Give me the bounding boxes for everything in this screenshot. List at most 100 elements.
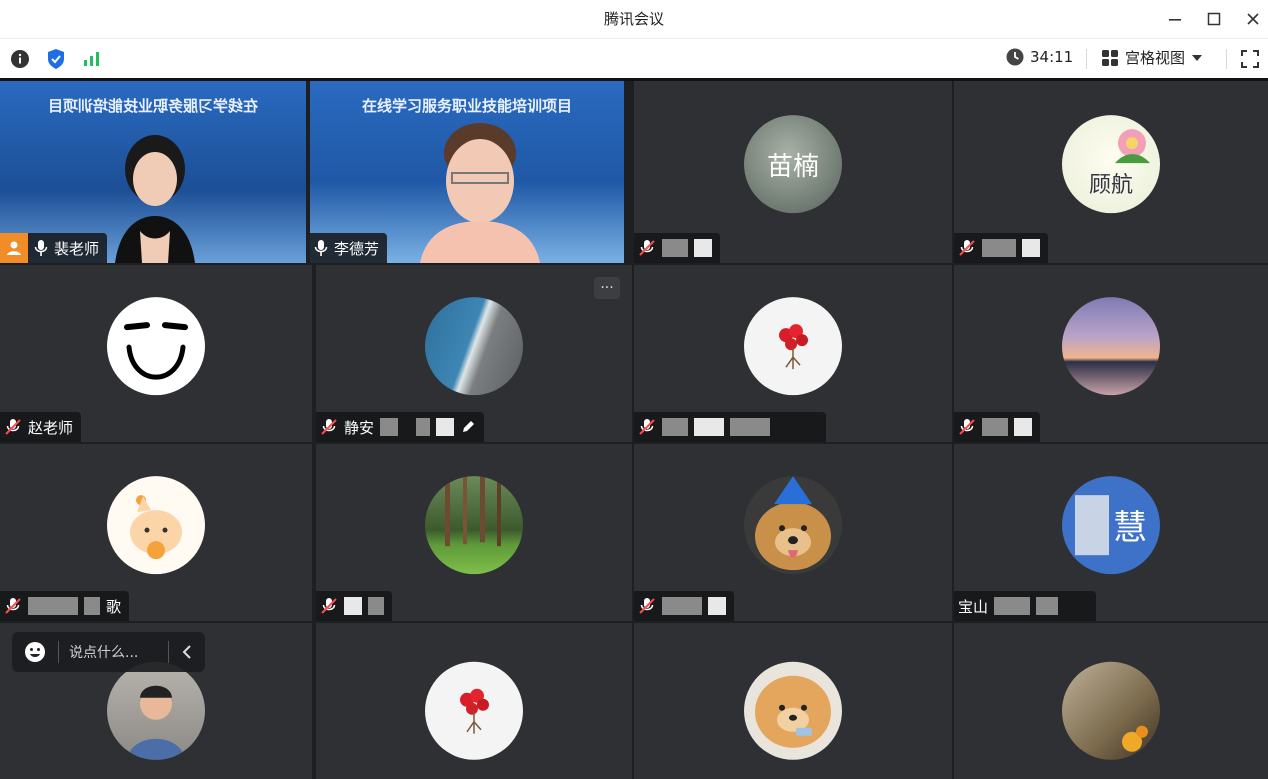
- participant-avatar: [425, 296, 523, 395]
- collapse-chat-button[interactable]: [169, 645, 205, 659]
- participant-avatar: [744, 475, 842, 574]
- chat-input-placeholder[interactable]: 说点什么...: [59, 642, 168, 662]
- microphone-muted-icon: [5, 598, 21, 614]
- child-photo-icon: [127, 685, 185, 760]
- flower-photo-icon: [1122, 725, 1148, 752]
- host-badge-icon: [0, 233, 28, 263]
- maximize-button[interactable]: [1199, 6, 1229, 32]
- blurred-name: [730, 418, 770, 436]
- participant-avatar: [107, 661, 205, 760]
- caret-down-icon: [1192, 54, 1203, 61]
- view-mode-label: 宫格视图: [1125, 49, 1186, 67]
- close-icon: [1247, 13, 1259, 25]
- microphone-muted-icon: [639, 240, 655, 256]
- video-banner: 在线学习服务职业技能培训项目: [48, 97, 259, 115]
- participant-nameplate: [634, 412, 826, 442]
- smiley-face-icon: [124, 321, 188, 380]
- emoji-button[interactable]: [12, 641, 58, 663]
- close-button[interactable]: [1238, 6, 1268, 32]
- blurred-name: [380, 418, 399, 436]
- participant-tile[interactable]: 在线学习服务职业技能培训项目 裴老师: [0, 81, 306, 263]
- title-bar: 腾讯会议: [0, 0, 1268, 38]
- security-button[interactable]: [45, 48, 67, 70]
- signal-icon: [84, 52, 99, 66]
- participant-tile[interactable]: [316, 623, 632, 779]
- fullscreen-button[interactable]: [1239, 48, 1261, 70]
- microphone-muted-icon: [959, 240, 975, 256]
- participant-tile[interactable]: 苗楠: [634, 81, 952, 263]
- microphone-muted-icon: [5, 419, 21, 435]
- shield-check-icon: [48, 49, 64, 69]
- participant-name: 赵老师: [28, 418, 74, 437]
- view-mode-dropdown[interactable]: 宫格视图: [1101, 47, 1203, 68]
- blurred-name: [416, 418, 431, 436]
- info-button[interactable]: [9, 48, 31, 70]
- blurred-name: [28, 597, 78, 615]
- participant-avatar: [744, 661, 842, 760]
- participant-tile[interactable]: [634, 623, 952, 779]
- blurred-name: [662, 239, 688, 257]
- participant-tile[interactable]: 顾航: [954, 81, 1268, 263]
- participant-tile[interactable]: [634, 444, 952, 621]
- microphone-muted-icon: [321, 419, 337, 435]
- participant-nameplate: [954, 233, 1048, 263]
- blurred-name: [436, 418, 455, 436]
- blurred-name: [84, 597, 100, 615]
- participant-tile[interactable]: 慧 宝山: [954, 444, 1268, 621]
- participant-tile[interactable]: 赵老师: [0, 265, 312, 442]
- maximize-icon: [1207, 12, 1221, 26]
- participant-tile[interactable]: [634, 265, 952, 442]
- participant-tile[interactable]: ··· 静安: [316, 265, 632, 442]
- participant-name: 李德芳: [334, 239, 380, 258]
- minimize-button[interactable]: [1160, 6, 1190, 32]
- blurred-name: [694, 239, 712, 257]
- grid-view-icon: [1102, 49, 1118, 66]
- participant-avatar: 苗楠: [744, 115, 842, 214]
- participant-nameplate: 歌: [0, 591, 130, 621]
- more-options-button[interactable]: ···: [594, 277, 620, 299]
- participant-nameplate: [634, 591, 734, 621]
- clock-icon: [1006, 48, 1024, 66]
- participant-name: 裴老师: [54, 239, 100, 258]
- microphone-muted-icon: [639, 419, 655, 435]
- chat-input-bar[interactable]: 说点什么...: [12, 632, 205, 672]
- participant-tile[interactable]: 歌: [0, 444, 312, 621]
- dog-with-party-hat-icon: [755, 475, 831, 570]
- blurred-name: [694, 418, 724, 436]
- fullscreen-icon: [1241, 50, 1259, 68]
- participant-tile[interactable]: [954, 623, 1268, 779]
- microphone-icon: [314, 240, 328, 256]
- participant-tile[interactable]: 在线学习服务职业技能培训项目 李德芳: [310, 81, 624, 263]
- edit-pencil-icon[interactable]: [460, 419, 476, 435]
- participant-nameplate: 李德芳: [310, 233, 388, 263]
- participant-nameplate: 宝山: [954, 591, 1096, 621]
- minimize-icon: [1169, 19, 1181, 21]
- pomeranian-dog-icon: [755, 675, 831, 748]
- participant-video-figure: [420, 123, 540, 263]
- meeting-toolbar: 34:11 宫格视图: [0, 38, 1268, 78]
- meeting-timer: 34:11: [1006, 48, 1073, 66]
- microphone-muted-icon: [321, 598, 337, 614]
- blurred-name: [1014, 418, 1032, 436]
- divider: [1086, 49, 1087, 69]
- participant-name: 歌: [106, 597, 122, 616]
- microphone-muted-icon: [639, 598, 655, 614]
- participant-avatar: [744, 296, 842, 395]
- participant-avatar: [107, 475, 205, 574]
- participant-nameplate: [316, 591, 392, 621]
- blurred-name: [1075, 494, 1109, 555]
- network-signal-button[interactable]: [81, 48, 103, 70]
- forest-icon: [445, 475, 501, 546]
- participant-tile[interactable]: [316, 444, 632, 621]
- participant-avatar: [1062, 661, 1160, 760]
- avatar-text: 顾航: [1088, 173, 1133, 199]
- participant-avatar: 慧: [1062, 475, 1160, 574]
- microphone-muted-icon: [959, 419, 975, 435]
- participant-avatar: 顾航: [1062, 115, 1160, 214]
- participant-tile[interactable]: [954, 265, 1268, 442]
- timer-text: 34:11: [1030, 48, 1074, 66]
- participant-video-figure: [115, 135, 195, 263]
- emoji-icon: [25, 642, 45, 662]
- participant-avatar: [425, 661, 523, 760]
- participant-nameplate: 静安: [316, 412, 485, 442]
